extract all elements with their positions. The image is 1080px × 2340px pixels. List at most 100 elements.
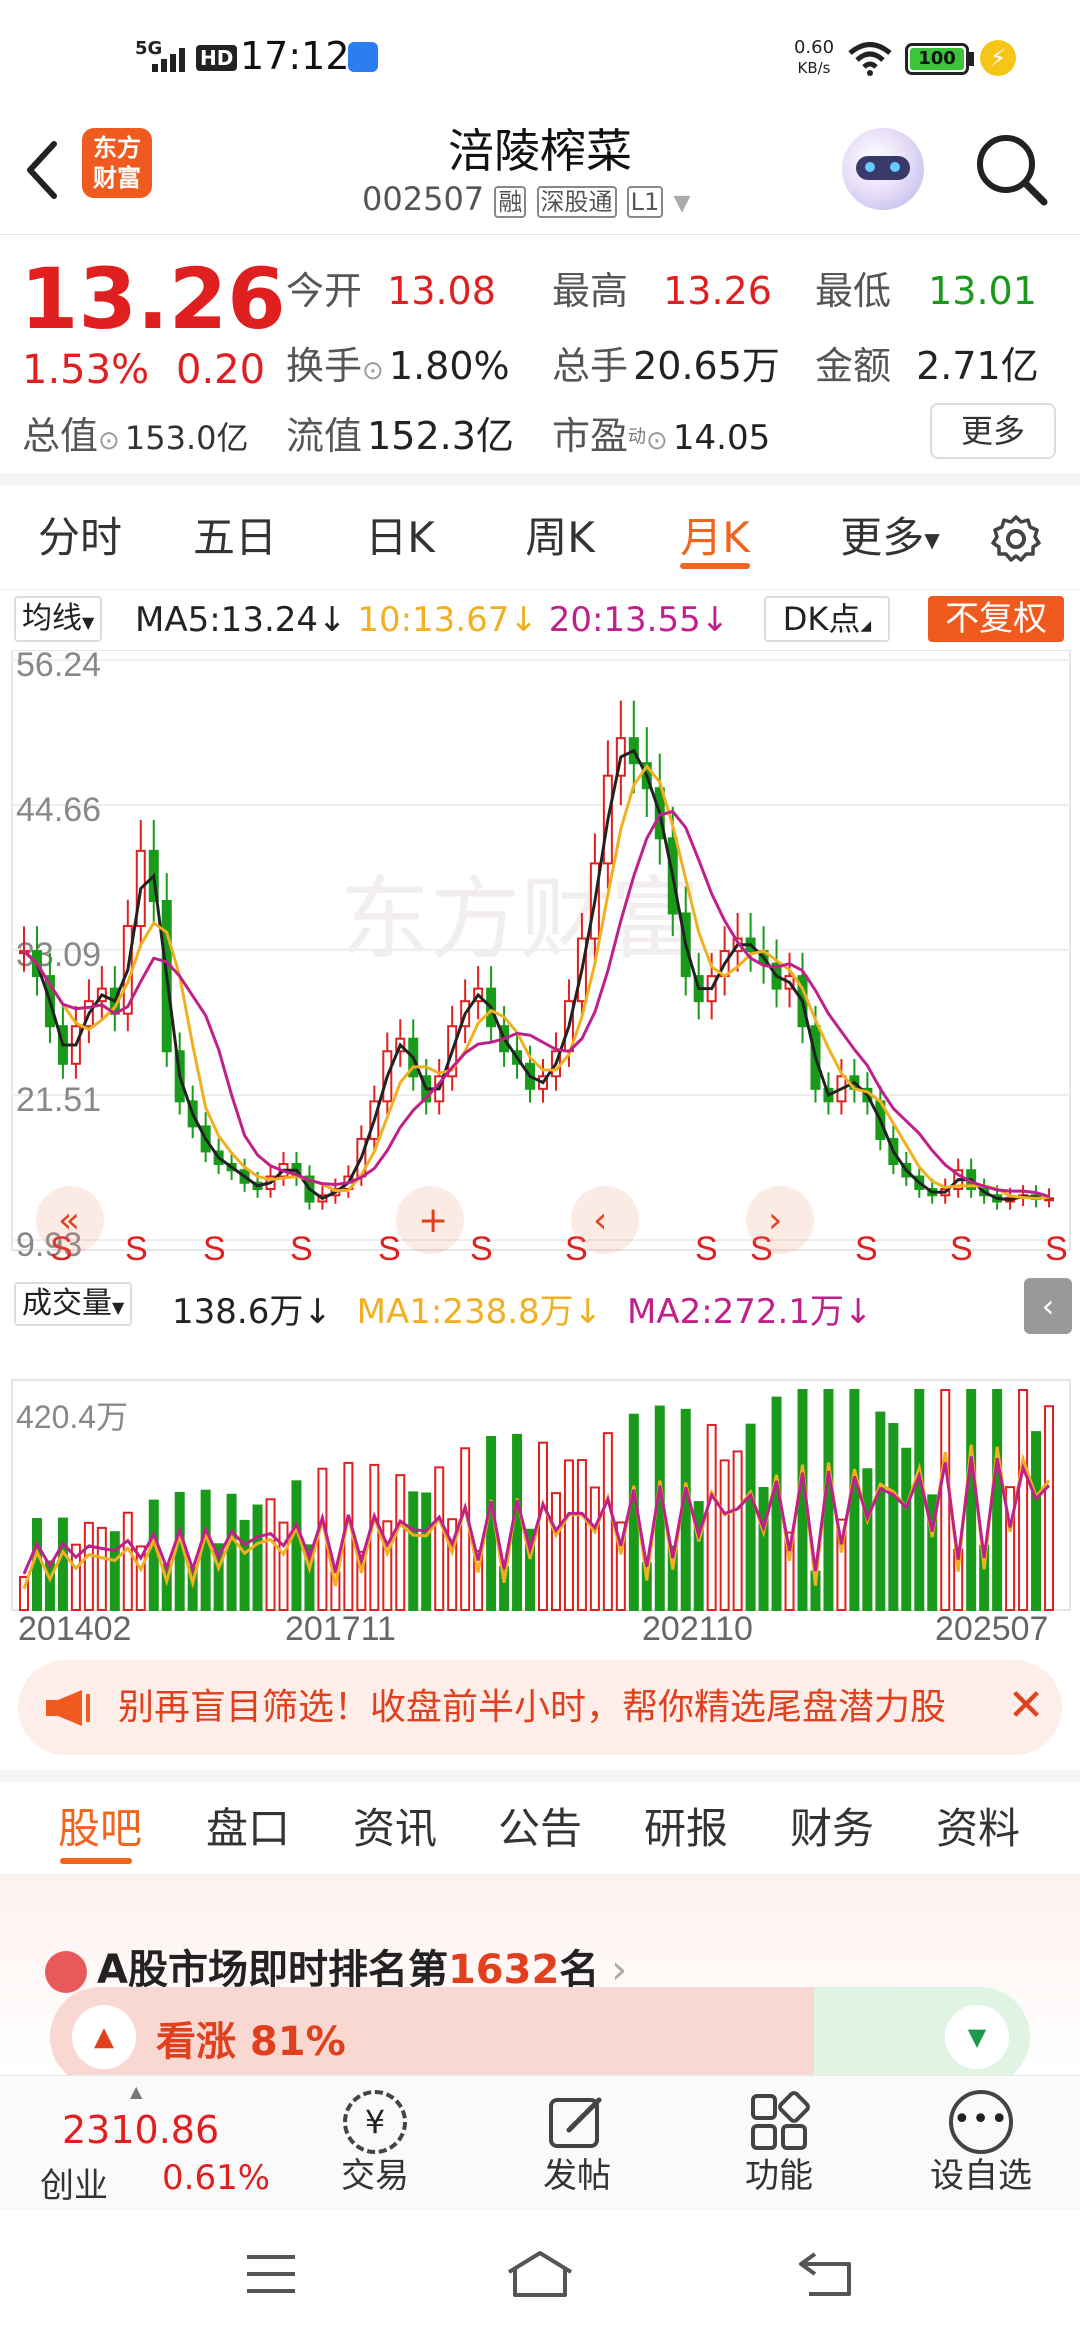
- caret-down-icon[interactable]: ▼: [673, 191, 690, 216]
- gear-icon[interactable]: [990, 513, 1042, 565]
- stock-header: 东方 财富 涪陵榨菜 002507 融 深股通 L1 ▼: [0, 110, 1080, 235]
- volume-bar: [421, 1492, 432, 1611]
- tab-financials[interactable]: 财务: [762, 1782, 902, 1875]
- y-tick-label: 56.24: [16, 650, 101, 684]
- volume-bar: [888, 1423, 899, 1612]
- volume-bar: [83, 1521, 94, 1611]
- period-tabs: 分时 五日 日K 周K 月K 更多▼: [0, 485, 1080, 590]
- index-name: 创业: [40, 2166, 108, 2206]
- tab-five-day[interactable]: 五日: [170, 485, 300, 590]
- volume-bar: [732, 1450, 743, 1611]
- bull-label: 看涨 81%: [156, 2019, 346, 2065]
- volume-bar: [563, 1459, 574, 1611]
- close-icon[interactable]: ✕: [998, 1678, 1054, 1734]
- sentiment-bar[interactable]: ▲ 看涨 81% ▼: [50, 1987, 1030, 2087]
- margin-tag: 融: [494, 186, 527, 218]
- chart-nav-glyph: ‹: [593, 1200, 607, 1241]
- volume-bar: [745, 1423, 756, 1611]
- level-tag: L1: [626, 186, 664, 218]
- info-icon[interactable]: ⊙: [362, 356, 384, 386]
- stock-name: 涪陵榨菜: [448, 124, 632, 178]
- market-cap: 总值⊙ 153.0亿: [22, 414, 249, 458]
- turnover-rate: 换手⊙ 1.80%: [286, 344, 510, 388]
- s-marker: S: [125, 1230, 148, 1268]
- volume-bar: [460, 1447, 471, 1611]
- volume-bar: [693, 1501, 704, 1612]
- hd-badge: HD: [196, 45, 238, 71]
- tab-intraday[interactable]: 分时: [15, 485, 145, 590]
- collapse-panel-button[interactable]: ‹: [1024, 1278, 1072, 1334]
- vol-ma2-value: MA2:272.1万: [626, 1292, 844, 1332]
- yen-icon: ¥: [343, 2090, 407, 2154]
- search-icon[interactable]: [972, 130, 1052, 210]
- y-tick-label: 21.51: [16, 1081, 101, 1119]
- tab-weekly-k[interactable]: 周K: [495, 485, 625, 590]
- tab-news[interactable]: 资讯: [325, 1782, 465, 1875]
- net-speed: 0.60 KB/s: [793, 37, 835, 78]
- volume-bar: [265, 1498, 276, 1611]
- last-price: 13.26: [20, 250, 286, 348]
- menu-icon[interactable]: [245, 2252, 297, 2296]
- volume-bar: [602, 1432, 613, 1611]
- tab-more[interactable]: 更多▼: [820, 485, 960, 590]
- volume-bar: [174, 1491, 185, 1612]
- volume-bar: [992, 1389, 1003, 1611]
- volume-bar: [395, 1474, 406, 1611]
- volume-bar: [252, 1504, 263, 1611]
- volume-bar: [849, 1389, 860, 1611]
- s-marker: S: [1045, 1230, 1068, 1268]
- candlestick-plot[interactable]: 56.2444.6633.0921.519.93东方财富SSSSSSSSSSSS…: [0, 650, 1080, 1640]
- functions-button[interactable]: 功能: [704, 2076, 854, 2211]
- arrow-down-icon[interactable]: ▼: [945, 2005, 1009, 2069]
- more-dots-icon: •••: [949, 2090, 1013, 2154]
- robot-assistant-icon[interactable]: [842, 128, 924, 210]
- back-icon[interactable]: [795, 2250, 855, 2298]
- chevron-left-icon[interactable]: [22, 140, 62, 200]
- info-icon[interactable]: ⊙: [98, 426, 120, 456]
- ma-toggle[interactable]: 均线▼: [14, 596, 103, 642]
- volume-bar: [1031, 1431, 1042, 1611]
- ma10-value: 10:13.67: [357, 600, 510, 640]
- volume-bar: [940, 1389, 951, 1611]
- dk-point-toggle[interactable]: DK点◢: [764, 596, 890, 642]
- tab-order-book[interactable]: 盘口: [178, 1782, 318, 1875]
- tab-research[interactable]: 研报: [616, 1782, 756, 1875]
- volume-bar: [148, 1499, 159, 1612]
- promo-banner[interactable]: 别再盲目筛选！收盘前半小时，帮你精选尾盘潜力股 ✕: [18, 1660, 1062, 1755]
- adjustment-toggle[interactable]: 不复权: [928, 596, 1064, 642]
- wifi-icon: [848, 42, 892, 76]
- x-tick-label: 202110: [642, 1610, 753, 1640]
- chart-nav-glyph: ›: [768, 1200, 782, 1241]
- tab-daily-k[interactable]: 日K: [335, 485, 465, 590]
- tab-announcements[interactable]: 公告: [470, 1782, 610, 1875]
- info-icon[interactable]: ⊙: [646, 426, 668, 456]
- chart-nav-glyph: «: [58, 1200, 80, 1241]
- charging-icon: ⚡: [980, 40, 1016, 76]
- s-marker: S: [203, 1230, 226, 1268]
- volume-bar: [706, 1423, 717, 1611]
- volume-bar: [901, 1447, 912, 1611]
- connect-tag: 深股通: [536, 186, 617, 218]
- volume-max-label: 420.4万: [16, 1399, 128, 1435]
- trade-button[interactable]: ¥ 交易: [300, 2076, 450, 2211]
- s-marker: S: [378, 1230, 401, 1268]
- active-tab-indicator: [60, 1858, 132, 1864]
- volume-toggle[interactable]: 成交量▼: [14, 1282, 133, 1326]
- post-button[interactable]: 发帖: [502, 2076, 652, 2211]
- add-watchlist-button[interactable]: ••• 设自选: [906, 2076, 1056, 2211]
- stock-code-row: 002507 融 深股通 L1 ▼: [362, 180, 690, 222]
- k-line-chart: 均线▼ MA5:13.24↓ 10:13.67↓ 20:13.55↓ DK点◢ …: [0, 590, 1080, 1640]
- float-cap: 流值 152.3亿: [286, 414, 514, 458]
- tab-profile[interactable]: 资料: [908, 1782, 1048, 1875]
- app-logo[interactable]: 东方 财富: [82, 128, 152, 198]
- system-nav-bar: [0, 2210, 1080, 2340]
- volume-bar: [875, 1411, 886, 1612]
- index-ticker[interactable]: ▲ 2310.86 创业 0.61%: [20, 2076, 290, 2211]
- tab-monthly-k[interactable]: 月K: [650, 485, 780, 590]
- home-icon[interactable]: [505, 2250, 575, 2298]
- arrow-up-icon[interactable]: ▲: [72, 2005, 136, 2069]
- volume-legend: 138.6万↓ MA1:238.8万↓ MA2:272.1万↓: [172, 1292, 873, 1332]
- ma10-line: [22, 763, 1050, 1200]
- more-button[interactable]: 更多: [930, 403, 1056, 459]
- content-tabs: 股吧 盘口 资讯 公告 研报 财务 资料: [0, 1770, 1080, 1875]
